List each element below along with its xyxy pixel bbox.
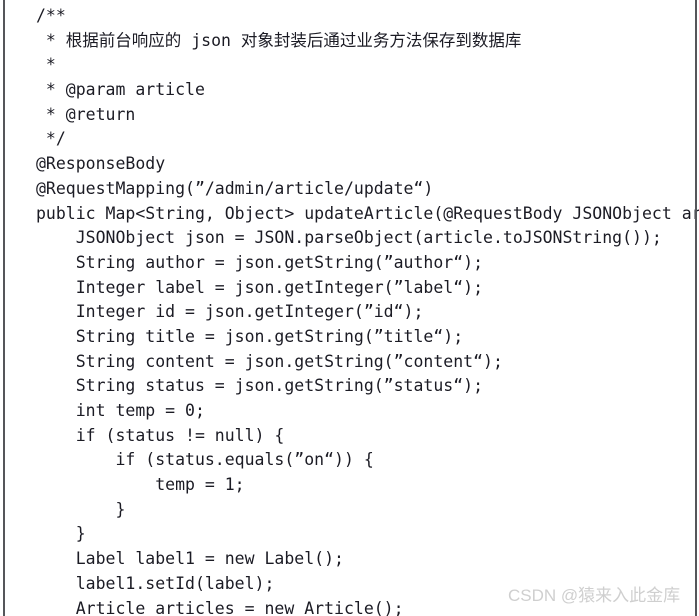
csdn-watermark: CSDN @猿来入此金库 xyxy=(508,586,681,605)
code-screenshot: /** * 根据前台响应的 json 对象封装后通过业务方法保存到数据库 * *… xyxy=(0,0,699,616)
code-line: Integer id = json.getInteger(”id“); xyxy=(36,302,424,322)
code-line: if (status.equals(”on“)) { xyxy=(36,450,374,470)
code-block[interactable]: /** * 根据前台响应的 json 对象封装后通过业务方法保存到数据库 * *… xyxy=(36,4,699,616)
code-line: */ xyxy=(36,129,66,149)
code-surface: /** * 根据前台响应的 json 对象封装后通过业务方法保存到数据库 * *… xyxy=(0,0,699,616)
code-line: Label label1 = new Label(); xyxy=(36,549,344,569)
code-line: Integer label = json.getInteger(”label“)… xyxy=(36,277,484,297)
code-line: * xyxy=(36,55,56,75)
code-line: * @param article xyxy=(36,80,205,100)
code-line: * @return xyxy=(36,104,136,124)
code-line: } xyxy=(36,499,126,519)
right-border-rule xyxy=(695,0,697,616)
code-line: @RequestMapping(”/admin/article/update“) xyxy=(36,178,434,198)
code-line: String status = json.getString(”status“)… xyxy=(36,376,484,396)
code-line: @ResponseBody xyxy=(36,154,166,174)
code-line: JSONObject json = JSON.parseObject(artic… xyxy=(36,228,662,248)
code-line: String author = json.getString(”author“)… xyxy=(36,252,484,272)
code-line: int temp = 0; xyxy=(36,401,205,420)
code-line: temp = 1; xyxy=(36,475,245,495)
code-line: if (status != null) { xyxy=(36,425,285,445)
code-line: String content = json.getString(”content… xyxy=(36,351,503,371)
code-line: public Map<String, Object> updateArticle… xyxy=(36,203,699,223)
code-line: /** xyxy=(36,6,66,25)
code-line: String title = json.getString(”title“); xyxy=(36,326,464,346)
code-line: } xyxy=(36,524,86,544)
code-line: * 根据前台响应的 json 对象封装后通过业务方法保存到数据库 xyxy=(36,30,522,50)
